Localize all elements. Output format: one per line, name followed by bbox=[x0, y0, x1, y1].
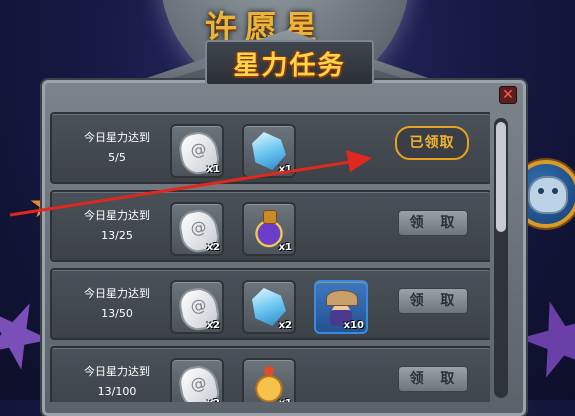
reward-quantity: x1 bbox=[279, 398, 292, 402]
task-requirement: 今日星力达到 13/50 bbox=[62, 284, 172, 324]
reward-quantity: x1 bbox=[206, 164, 220, 175]
scrollbar-thumb[interactable] bbox=[496, 122, 506, 232]
window-title-plate: 星力任务 bbox=[205, 40, 374, 86]
requirement-progress: 13/50 bbox=[101, 307, 133, 320]
task-row: 今日星力达到 13/25 x2 x1 领 取 bbox=[50, 190, 490, 262]
requirement-progress: 13/100 bbox=[97, 385, 137, 398]
requirement-progress: 5/5 bbox=[108, 151, 126, 164]
requirement-progress: 13/25 bbox=[101, 229, 133, 242]
task-row: 今日星力达到 13/100 x2 x1 领 取 bbox=[50, 346, 490, 402]
task-row: 今日星力达到 5/5 x1 x1 已领取 bbox=[50, 112, 490, 184]
reward-item-character[interactable]: x10 bbox=[314, 280, 368, 334]
task-requirement: 今日星力达到 13/25 bbox=[62, 206, 172, 246]
claim-button[interactable]: 领 取 bbox=[398, 288, 468, 314]
task-list-scrollbar[interactable] bbox=[494, 118, 508, 398]
task-requirement: 今日星力达到 5/5 bbox=[62, 128, 172, 168]
reward-item-stone[interactable]: x2 bbox=[170, 202, 224, 256]
reward-item-stone[interactable]: x2 bbox=[170, 280, 224, 334]
reward-quantity: x1 bbox=[278, 164, 292, 175]
claim-button[interactable]: 领 取 bbox=[398, 366, 468, 392]
requirement-label: 今日星力达到 bbox=[84, 287, 150, 300]
task-row: 今日星力达到 13/50 x2 x2 x10 领 取 bbox=[50, 268, 490, 340]
reward-item-stone[interactable]: x1 bbox=[170, 124, 224, 178]
requirement-label: 今日星力达到 bbox=[84, 365, 150, 378]
reward-item-crystal[interactable]: x1 bbox=[242, 124, 296, 178]
wish-stone-icon bbox=[176, 363, 222, 402]
reward-item-stone[interactable]: x2 bbox=[170, 358, 224, 402]
golden-bell-icon bbox=[252, 366, 286, 402]
close-icon: ✕ bbox=[502, 87, 514, 103]
pet-creature-icon bbox=[528, 176, 568, 214]
close-button[interactable]: ✕ bbox=[499, 86, 517, 104]
window-title: 星力任务 bbox=[233, 50, 346, 81]
task-requirement: 今日星力达到 13/100 bbox=[62, 362, 172, 402]
reward-quantity: x2 bbox=[206, 320, 220, 331]
task-list[interactable]: 今日星力达到 5/5 x1 x1 已领取 今日星力达到 13/25 x2 x1 … bbox=[50, 112, 490, 402]
reward-item-bell[interactable]: x1 bbox=[242, 358, 296, 402]
reward-quantity: x1 bbox=[278, 242, 292, 253]
reward-quantity: x2 bbox=[207, 398, 220, 402]
requirement-label: 今日星力达到 bbox=[84, 209, 150, 222]
reward-item-crystal[interactable]: x2 bbox=[242, 280, 296, 334]
reward-quantity: x2 bbox=[206, 242, 220, 253]
reward-item-potion[interactable]: x1 bbox=[242, 202, 296, 256]
claim-button[interactable]: 领 取 bbox=[398, 210, 468, 236]
requirement-label: 今日星力达到 bbox=[84, 131, 150, 144]
reward-quantity: x2 bbox=[278, 320, 292, 331]
reward-quantity: x10 bbox=[343, 320, 364, 331]
claimed-status-button[interactable]: 已领取 bbox=[395, 126, 469, 160]
